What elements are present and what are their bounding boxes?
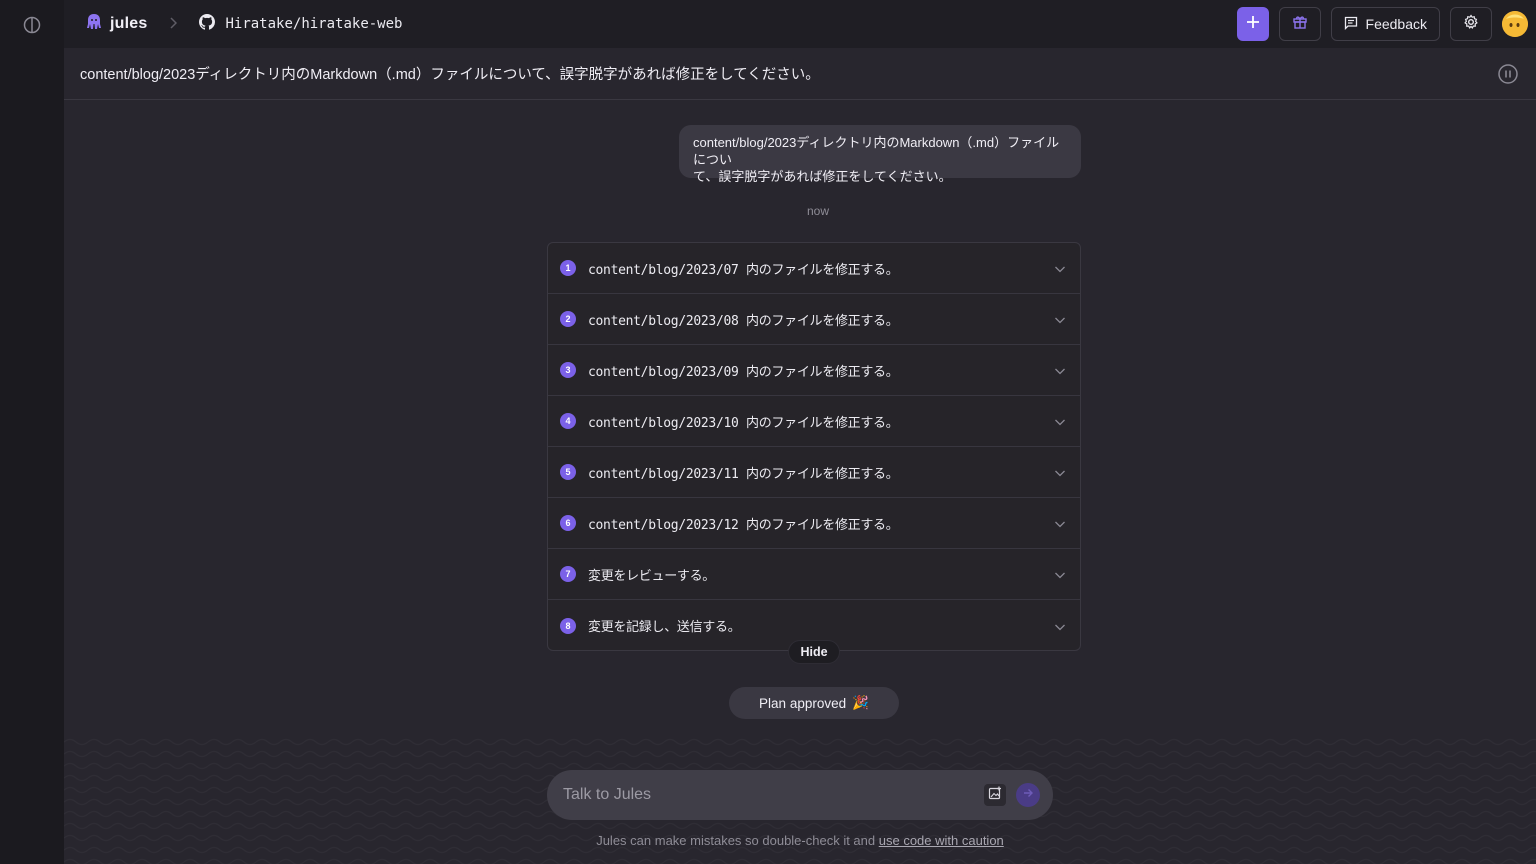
brand-name: jules [110, 15, 148, 32]
chevron-down-icon[interactable] [1054, 415, 1066, 427]
plan-step[interactable]: 1 content/blog/2023/07 内のファイルを修正する。 [548, 243, 1080, 294]
step-text: 変更をレビューする。 [588, 568, 716, 584]
disclaimer: Jules can make mistakes so double-check … [0, 833, 1536, 848]
step-text: content/blog/2023/12 内のファイルを修正する。 [588, 517, 899, 533]
gear-icon [1463, 13, 1479, 35]
plan-step[interactable]: 7 変更をレビューする。 [548, 549, 1080, 600]
step-number: 6 [560, 515, 576, 531]
chat-composer [547, 770, 1053, 820]
chat-input[interactable] [563, 786, 963, 804]
plan-step[interactable]: 6 content/blog/2023/12 内のファイルを修正する。 [548, 498, 1080, 549]
add-image-icon [988, 786, 1002, 805]
brand-logo[interactable]: jules [84, 12, 147, 37]
repo-name: Hiratake/hiratake-web [225, 16, 403, 32]
step-text: content/blog/2023/07 内のファイルを修正する。 [588, 262, 899, 278]
plan-step[interactable]: 3 content/blog/2023/09 内のファイルを修正する。 [548, 345, 1080, 396]
task-title: content/blog/2023ディレクトリ内のMarkdown（.md）ファ… [80, 67, 820, 83]
step-text: content/blog/2023/11 内のファイルを修正する。 [588, 466, 899, 482]
step-number: 3 [560, 362, 576, 378]
step-text: content/blog/2023/09 内のファイルを修正する。 [588, 364, 899, 380]
hide-plan-button[interactable]: Hide [788, 640, 840, 664]
step-number: 4 [560, 413, 576, 429]
caution-link[interactable]: use code with caution [879, 833, 1004, 848]
sidebar-toggle-icon[interactable] [23, 16, 41, 34]
new-task-button[interactable] [1236, 7, 1269, 41]
step-text: content/blog/2023/08 内のファイルを修正する。 [588, 313, 899, 329]
message-timestamp: now [806, 204, 829, 218]
chevron-right-icon [169, 16, 178, 32]
jules-octopus-icon [84, 12, 104, 37]
add-image-button[interactable] [984, 784, 1006, 806]
step-number: 2 [560, 311, 576, 327]
chevron-down-icon[interactable] [1054, 313, 1066, 325]
user-message-line: content/blog/2023ディレクトリ内のMarkdown（.md）ファ… [693, 135, 1060, 167]
step-number: 7 [560, 566, 576, 582]
send-button[interactable] [1016, 783, 1040, 807]
arrow-right-icon [1022, 786, 1034, 804]
feedback-label: Feedback [1365, 16, 1427, 32]
pause-button[interactable] [1498, 64, 1518, 84]
avatar[interactable] [1502, 11, 1528, 37]
left-rail [0, 0, 64, 864]
github-icon [199, 13, 216, 35]
step-text: 変更を記録し、送信する。 [588, 620, 741, 635]
task-header: content/blog/2023ディレクトリ内のMarkdown（.md）ファ… [64, 48, 1536, 100]
user-message-line: て、誤字脱字があれば修正をしてください。 [693, 169, 952, 184]
gift-button[interactable] [1278, 7, 1321, 41]
disclaimer-text: Jules can make mistakes so double-check … [596, 833, 876, 848]
plus-icon [1246, 15, 1260, 34]
user-message-bubble: content/blog/2023ディレクトリ内のMarkdown（.md）ファ… [679, 125, 1081, 184]
chevron-down-icon[interactable] [1054, 262, 1066, 274]
settings-button[interactable] [1450, 7, 1492, 41]
party-popper-icon: 🎉 [852, 695, 869, 710]
step-text: content/blog/2023/10 内のファイルを修正する。 [588, 415, 899, 431]
plan-approved-badge: Plan approved 🎉 [729, 687, 899, 719]
plan-step[interactable]: 2 content/blog/2023/08 内のファイルを修正する。 [548, 294, 1080, 345]
step-number: 5 [560, 464, 576, 480]
step-number: 1 [560, 260, 576, 276]
chevron-down-icon[interactable] [1054, 620, 1066, 632]
feedback-icon [1344, 16, 1358, 33]
plan-step[interactable]: 4 content/blog/2023/10 内のファイルを修正する。 [548, 396, 1080, 447]
top-bar: jules Hiratake/hiratake-web Feedback [64, 0, 1536, 48]
chevron-down-icon[interactable] [1054, 364, 1066, 376]
top-actions: Feedback [1236, 7, 1528, 41]
gift-icon [1292, 14, 1308, 35]
plan-approved-label: Plan approved [759, 695, 847, 711]
pause-icon [1498, 64, 1518, 88]
repo-breadcrumb[interactable]: Hiratake/hiratake-web [199, 13, 403, 35]
chevron-down-icon[interactable] [1054, 517, 1066, 529]
chevron-down-icon[interactable] [1054, 568, 1066, 580]
chevron-down-icon[interactable] [1054, 466, 1066, 478]
feedback-button[interactable]: Feedback [1330, 7, 1440, 41]
plan-step[interactable]: 5 content/blog/2023/11 内のファイルを修正する。 [548, 447, 1080, 498]
plan-steps-list: 1 content/blog/2023/07 内のファイルを修正する。 2 co… [547, 242, 1081, 651]
step-number: 8 [560, 617, 576, 634]
